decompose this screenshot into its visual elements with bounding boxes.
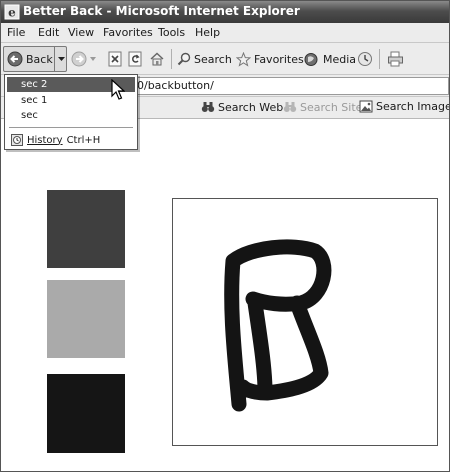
binoculars-icon — [201, 102, 215, 112]
history-menu-item-history[interactable]: History Ctrl+H — [11, 133, 100, 147]
history-shortcut: Ctrl+H — [66, 134, 101, 146]
refresh-button[interactable] — [128, 43, 143, 75]
forward-button[interactable] — [71, 43, 96, 75]
svg-text:e: e — [8, 6, 16, 20]
swatch-dark-gray[interactable] — [47, 190, 125, 268]
menu-separator — [9, 127, 133, 128]
hand-drawn-letter-b — [224, 239, 332, 412]
stop-button[interactable] — [108, 43, 123, 75]
search-label: Search — [194, 52, 232, 66]
back-label: Back — [26, 53, 53, 66]
search-images-button[interactable]: Search Images — [359, 100, 450, 113]
picture-icon — [359, 100, 373, 113]
media-icon — [304, 52, 318, 66]
menu-bar: File Edit View Favorites Tools Help — [1, 23, 449, 43]
binoculars-icon — [283, 102, 297, 112]
back-arrow-icon — [7, 51, 23, 70]
search-site-label: Search Site — [300, 100, 363, 114]
history-label: History — [27, 134, 63, 146]
history-button[interactable] — [357, 43, 373, 75]
stop-icon — [108, 51, 122, 67]
favorites-button[interactable]: Favorites — [236, 43, 304, 75]
drawing-canvas[interactable] — [172, 198, 438, 446]
back-button[interactable]: Back — [3, 46, 67, 72]
page-content — [1, 120, 449, 471]
menu-help[interactable]: Help — [195, 26, 220, 39]
mouse-cursor-icon — [111, 79, 125, 100]
internet-explorer-icon: e — [4, 4, 20, 20]
menu-favorites[interactable]: Favorites — [103, 26, 153, 39]
home-button[interactable] — [149, 43, 165, 75]
back-dropdown-arrow[interactable] — [54, 47, 67, 71]
search-button[interactable]: Search — [177, 43, 232, 75]
history-clock-icon — [358, 52, 372, 66]
history-menu-item-sec[interactable]: sec — [7, 108, 135, 123]
search-images-label: Search Images — [376, 100, 450, 113]
forward-arrow-icon — [71, 51, 87, 67]
search-icon — [177, 52, 191, 66]
address-input[interactable]: 8500/backbutton/ — [111, 77, 449, 95]
chevron-down-icon — [90, 57, 96, 61]
print-button[interactable] — [387, 43, 404, 75]
media-label: Media — [323, 52, 357, 66]
toolbar-separator — [171, 49, 172, 69]
history-icon — [11, 134, 23, 146]
chevron-down-icon — [57, 56, 65, 61]
star-icon — [236, 51, 251, 67]
menu-edit[interactable]: Edit — [38, 26, 59, 39]
toolbar-separator — [379, 49, 380, 69]
refresh-icon — [128, 51, 142, 67]
favorites-label: Favorites — [254, 52, 304, 66]
search-web-label: Search Web — [218, 100, 284, 114]
menu-tools[interactable]: Tools — [158, 26, 185, 39]
menu-view[interactable]: View — [68, 26, 94, 39]
search-web-button[interactable]: Search Web — [201, 100, 283, 114]
home-icon — [150, 52, 164, 66]
search-site-button[interactable]: Search Site — [283, 100, 362, 114]
window-title: Better Back - Microsoft Internet Explore… — [23, 4, 300, 18]
printer-icon — [388, 51, 403, 67]
swatch-near-black[interactable] — [47, 374, 125, 453]
menu-file[interactable]: File — [7, 26, 25, 39]
media-button[interactable]: Media — [304, 43, 356, 75]
standard-toolbar: Back Search Favorites Media — [1, 43, 449, 75]
title-bar: e Better Back - Microsoft Internet Explo… — [1, 1, 449, 23]
swatch-light-gray[interactable] — [47, 280, 125, 358]
browser-window: e Better Back - Microsoft Internet Explo… — [0, 0, 450, 472]
